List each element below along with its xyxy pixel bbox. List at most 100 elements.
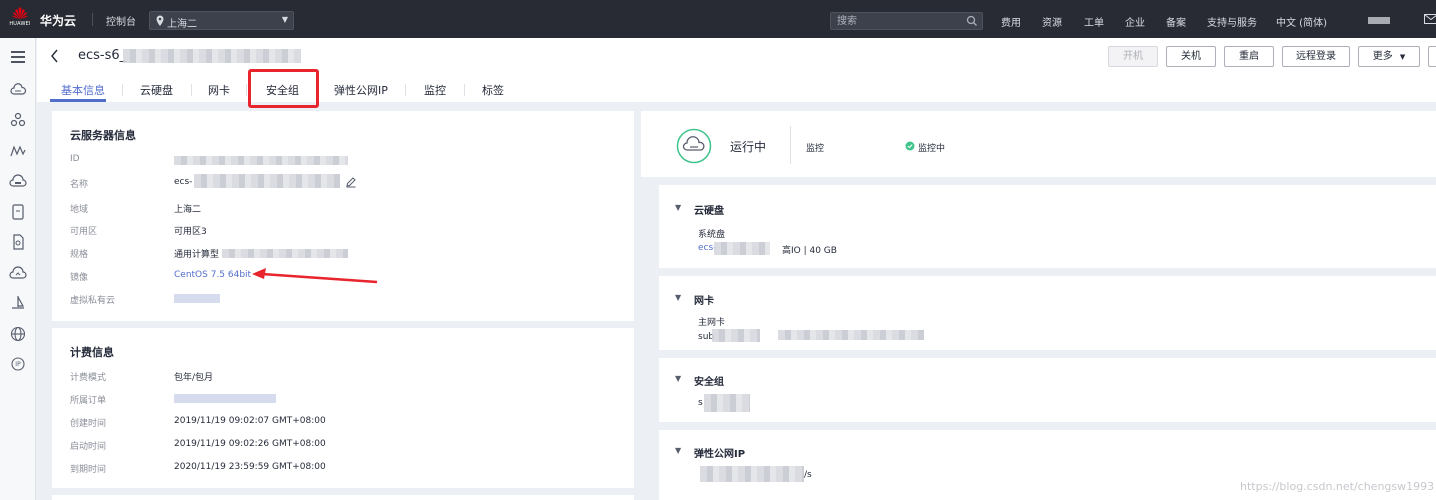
- tab-divider: [191, 84, 192, 96]
- tab-disks[interactable]: 云硬盘: [140, 82, 173, 98]
- huawei-logo[interactable]: HUAWEI: [8, 6, 32, 32]
- nav-enterprise[interactable]: 企业: [1125, 14, 1145, 29]
- search-icon[interactable]: [966, 15, 978, 27]
- sidebar-cdn[interactable]: [8, 263, 28, 283]
- username-redacted[interactable]: [1368, 17, 1390, 24]
- svg-text:IP: IP: [15, 361, 21, 368]
- console-link[interactable]: 控制台: [106, 13, 136, 28]
- region-value: 上海二: [174, 205, 202, 215]
- created-value: 2019/11/19 09:02:07 GMT+08:00: [174, 416, 326, 426]
- az-value: 可用区3: [174, 227, 207, 237]
- id-label: ID: [70, 154, 80, 164]
- disk-panel: [659, 185, 1436, 268]
- tab-nic[interactable]: 网卡: [208, 82, 230, 98]
- region-label: 地域: [70, 205, 89, 215]
- nav-filing[interactable]: 备案: [1166, 14, 1186, 29]
- search-box[interactable]: [830, 12, 983, 30]
- image-link[interactable]: CentOS 7.5 64bit: [174, 270, 251, 280]
- sidebar-deploy[interactable]: [8, 293, 28, 313]
- region-select[interactable]: 上海二 ▼: [149, 11, 294, 30]
- collapse-triangle-icon[interactable]: ▼: [675, 446, 681, 455]
- collapse-triangle-icon[interactable]: ▼: [675, 293, 681, 302]
- caret-down-icon: ▼: [1399, 53, 1406, 61]
- collapse-triangle-icon[interactable]: ▼: [675, 374, 681, 383]
- hamburger-icon: [11, 51, 25, 63]
- vpc-label: 虚拟私有云: [70, 296, 116, 306]
- tab-tags[interactable]: 标签: [482, 82, 504, 98]
- system-disk-label: 系统盘: [698, 230, 726, 240]
- cloud-server-status-icon: [676, 128, 712, 164]
- nav-support[interactable]: 支持与服务: [1207, 14, 1257, 29]
- sidebar-storage[interactable]: [8, 202, 28, 222]
- more-dropdown[interactable]: 更多 ▼: [1358, 46, 1420, 67]
- more-label: 更多: [1372, 51, 1393, 62]
- eip-redacted: [700, 466, 804, 482]
- start-button[interactable]: 开机: [1108, 46, 1158, 67]
- started-label: 启动时间: [70, 442, 107, 452]
- collapse-triangle-icon[interactable]: ▼: [675, 203, 681, 212]
- edit-pencil-icon[interactable]: [345, 176, 357, 188]
- order-link-redacted[interactable]: [174, 394, 276, 403]
- sidebar-nodes[interactable]: [8, 110, 28, 130]
- network-nodes-icon: [10, 112, 26, 127]
- created-label: 创建时间: [70, 419, 107, 429]
- started-value: 2019/11/19 09:02:26 GMT+08:00: [174, 439, 326, 449]
- eip-bandwidth-unit: /s: [804, 470, 812, 480]
- spec-redacted: [222, 249, 348, 258]
- cloud-icon: [10, 83, 27, 95]
- huawei-petal-icon: [12, 7, 28, 19]
- sidebar-global[interactable]: [8, 324, 28, 344]
- chart-peaks-icon: [10, 145, 26, 157]
- watermark: https://blog.csdn.net/chengsw1993: [1240, 480, 1435, 493]
- nav-tickets[interactable]: 工单: [1084, 14, 1104, 29]
- disk-name-redacted: [714, 242, 770, 255]
- red-arrow-annotation: [252, 268, 378, 284]
- spec-value: 通用计算型: [174, 250, 220, 260]
- cloud-upload-icon: [9, 266, 27, 279]
- monitor-label: 监控: [806, 144, 825, 154]
- running-status: 运行中: [730, 140, 767, 154]
- nav-language[interactable]: 中文 (简体): [1276, 14, 1327, 29]
- brand-name[interactable]: 华为云: [40, 12, 76, 29]
- search-input[interactable]: [837, 14, 962, 28]
- billing-mode-value: 包年/包月: [174, 373, 214, 383]
- restart-button[interactable]: 重启: [1224, 46, 1274, 67]
- status-divider: [790, 126, 791, 164]
- nav-resources[interactable]: 资源: [1042, 14, 1062, 29]
- tab-basic-info[interactable]: 基本信息: [61, 82, 105, 98]
- sidebar-eip[interactable]: IP: [8, 354, 28, 374]
- expires-value: 2020/11/19 23:59:59 GMT+08:00: [174, 462, 326, 472]
- globe-icon: [10, 326, 26, 342]
- nic-subnet-redacted: [712, 329, 760, 342]
- tab-divider: [405, 84, 406, 96]
- mail-icon[interactable]: [1424, 14, 1436, 24]
- back-chevron-icon[interactable]: [49, 48, 61, 64]
- region-value: 上海二: [167, 19, 197, 30]
- sidebar-bms[interactable]: [8, 172, 28, 192]
- billing-panel: [52, 328, 634, 488]
- az-label: 可用区: [70, 227, 98, 237]
- disk-detail: 高IO | 40 GB: [782, 246, 837, 256]
- help-button[interactable]: [1428, 46, 1436, 67]
- nav-billing[interactable]: 费用: [1001, 14, 1021, 29]
- sidebar-files[interactable]: [8, 232, 28, 252]
- divider: [92, 13, 93, 26]
- shutdown-button[interactable]: 关机: [1166, 46, 1216, 67]
- sidebar-cloud[interactable]: [8, 80, 28, 100]
- remote-login-button[interactable]: 远程登录: [1282, 46, 1350, 67]
- sidebar-mountain[interactable]: [8, 141, 28, 161]
- tab-divider: [464, 84, 465, 96]
- tab-monitoring[interactable]: 监控: [424, 82, 446, 98]
- tab-eip[interactable]: 弹性公网IP: [334, 82, 388, 98]
- security-group-name[interactable]: s: [698, 398, 703, 408]
- storage-icon: [12, 204, 24, 220]
- highlight-box: [248, 69, 319, 108]
- instance-title: ecs-s6_: [78, 48, 127, 63]
- menu-button[interactable]: [8, 47, 28, 67]
- ip-icon: IP: [11, 357, 25, 371]
- sailboat-icon: [12, 296, 25, 309]
- vpc-link-redacted[interactable]: [174, 294, 220, 303]
- name-redacted: [194, 174, 340, 188]
- server-info-title: 云服务器信息: [70, 129, 136, 142]
- active-tab-indicator: [50, 99, 106, 102]
